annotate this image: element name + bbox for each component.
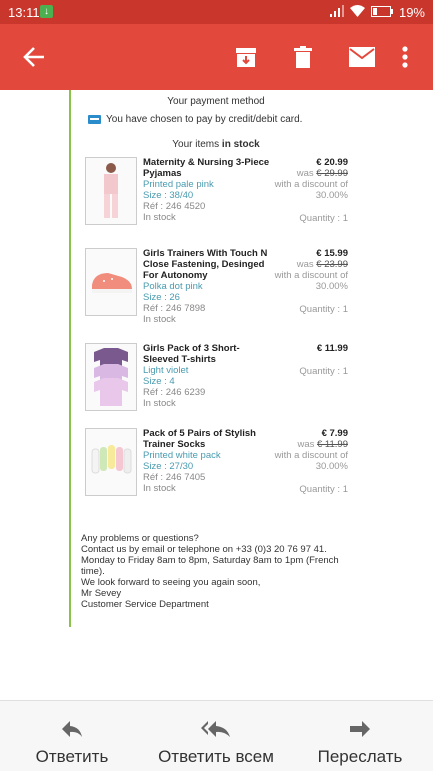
credit-card-icon xyxy=(88,115,101,124)
socks-image[interactable] xyxy=(85,428,137,496)
item-color: Light violet xyxy=(143,365,189,376)
reply-all-label: Ответить всем xyxy=(158,747,274,766)
item-size: Size : 38/40 xyxy=(143,190,194,201)
trash-icon xyxy=(294,46,312,68)
item-size: Size : 26 xyxy=(143,292,180,303)
back-arrow-icon xyxy=(23,47,44,67)
item-stock: In stock xyxy=(143,398,176,409)
item-price: € 11.99 xyxy=(316,343,348,354)
status-bar: 13:11 ↓ 19% xyxy=(0,0,433,24)
item-discount: with a discount of 30.00% xyxy=(274,179,348,201)
item-was: was € 29.99 xyxy=(296,168,348,179)
item-price: € 15.99 xyxy=(316,248,348,259)
item-name: Pack of 5 Pairs of Stylish Trainer Socks xyxy=(143,428,256,450)
item-was: was € 23.99 xyxy=(296,259,348,270)
more-options-button[interactable] xyxy=(394,24,416,90)
item-ref: Réf : 246 7898 xyxy=(143,303,206,314)
item-color: Printed pale pink xyxy=(143,179,214,190)
reply-button[interactable]: Ответить xyxy=(0,701,144,771)
item-discount: with a discount of 30.00% xyxy=(274,450,348,472)
email-footer: Any problems or questions? Contact us by… xyxy=(81,533,361,610)
reply-icon xyxy=(62,721,82,737)
archive-icon xyxy=(236,48,256,67)
item-color: Polka dot pink xyxy=(143,281,203,292)
reply-label: Ответить xyxy=(35,747,109,766)
order-item: Maternity & Nursing 3-Piece Pyjamas Prin… xyxy=(85,157,350,237)
footer-line: We look forward to seeing you again soon… xyxy=(81,577,261,588)
item-ref: Réf : 246 7405 xyxy=(143,472,206,483)
item-stock: In stock xyxy=(143,483,176,494)
item-quantity: Quantity : 1 xyxy=(299,213,348,224)
item-size: Size : 4 xyxy=(143,376,175,387)
app-bar xyxy=(0,24,433,90)
item-stock: In stock xyxy=(143,314,176,325)
forward-label: Переслать xyxy=(317,747,403,766)
reply-all-button[interactable]: Ответить всем xyxy=(144,701,288,771)
item-name: Maternity & Nursing 3-Piece Pyjamas xyxy=(143,157,270,179)
item-name: Girls Pack of 3 Short-Sleeved T-shirts xyxy=(143,343,240,365)
item-price: € 20.99 xyxy=(316,157,348,168)
trainers-image[interactable] xyxy=(85,248,137,316)
item-price: € 7.99 xyxy=(321,428,348,439)
pyjamas-image[interactable] xyxy=(85,157,137,225)
item-quantity: Quantity : 1 xyxy=(299,484,348,495)
mail-icon xyxy=(349,47,375,67)
footer-line: Contact us by email or telephone on +33 … xyxy=(81,544,327,555)
email-body: Your payment method You have chosen to p… xyxy=(0,90,433,700)
order-item: Pack of 5 Pairs of Stylish Trainer Socks… xyxy=(85,428,350,508)
item-quantity: Quantity : 1 xyxy=(299,366,348,377)
battery-percent: 19% xyxy=(398,5,425,20)
delete-button[interactable] xyxy=(283,24,323,90)
footer-line: Mr Sevey xyxy=(81,588,122,599)
item-ref: Réf : 246 4520 xyxy=(143,201,206,212)
archive-button[interactable] xyxy=(226,24,266,90)
mail-button[interactable] xyxy=(345,24,379,90)
status-time: 13:11 xyxy=(8,5,40,20)
signal-icon xyxy=(329,5,344,20)
wifi-icon xyxy=(349,5,365,20)
item-color: Printed white pack xyxy=(143,450,221,461)
forward-button[interactable]: Переслать xyxy=(288,701,432,771)
back-button[interactable] xyxy=(14,24,54,90)
item-name: Girls Trainers With Touch N Close Fasten… xyxy=(143,248,268,281)
forward-icon xyxy=(350,721,370,737)
battery-icon xyxy=(370,5,393,20)
order-item: Girls Trainers With Touch N Close Fasten… xyxy=(85,248,350,328)
item-discount: with a discount of 30.00% xyxy=(274,270,348,292)
order-item: Girls Pack of 3 Short-Sleeved T-shirts L… xyxy=(85,343,350,413)
footer-line: Any problems or questions? xyxy=(81,533,199,544)
items-heading: Your items in stock xyxy=(172,139,260,150)
reply-all-icon xyxy=(201,721,230,737)
bottom-action-bar: Ответить Ответить всем Переслать xyxy=(0,700,433,771)
payment-text: You have chosen to pay by credit/debit c… xyxy=(106,114,303,125)
more-vert-icon xyxy=(402,46,408,68)
footer-line: Monday to Friday 8am to 8pm, Saturday 8a… xyxy=(81,555,339,577)
footer-line: Customer Service Department xyxy=(81,599,209,610)
item-was: was € 11.99 xyxy=(297,439,348,450)
quote-divider xyxy=(69,90,71,627)
item-stock: In stock xyxy=(143,212,176,223)
payment-heading: Your payment method xyxy=(167,96,265,107)
item-quantity: Quantity : 1 xyxy=(299,304,348,315)
tshirts-image[interactable] xyxy=(85,343,137,411)
item-ref: Réf : 246 6239 xyxy=(143,387,206,398)
item-size: Size : 27/30 xyxy=(143,461,194,472)
download-icon: ↓ xyxy=(40,5,53,18)
